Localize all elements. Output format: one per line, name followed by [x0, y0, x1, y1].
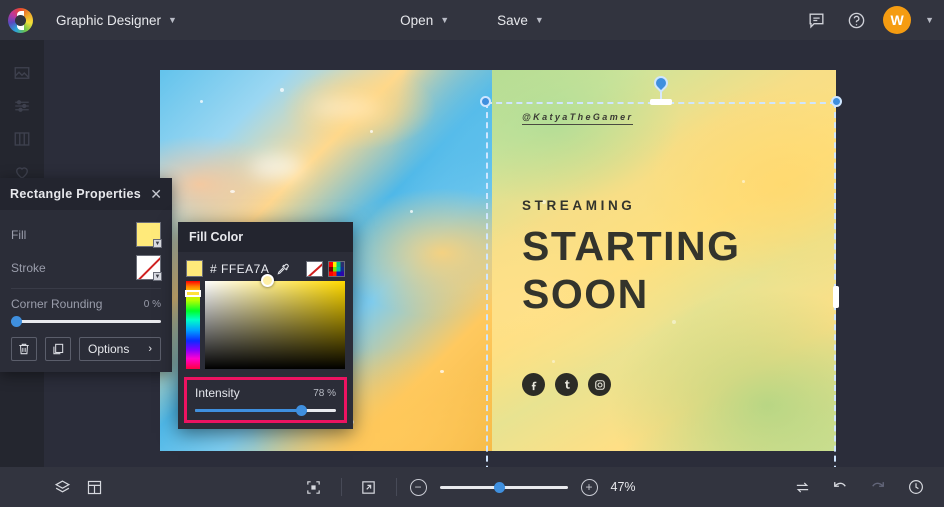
hue-slider[interactable] [185, 281, 201, 369]
resize-handle-top-left[interactable] [480, 96, 491, 107]
sidebar-item-adjust[interactable] [0, 89, 44, 122]
poster-streaming-text: STREAMING [522, 198, 636, 213]
chevron-down-icon: ▼ [440, 14, 450, 25]
poster-headline: STARTING SOON [522, 222, 741, 318]
resize-handle-top-right[interactable] [831, 96, 842, 107]
intensity-slider-fill [195, 409, 305, 412]
chevron-down-icon: ▼ [534, 14, 544, 25]
fill-label: Fill [11, 227, 27, 242]
fill-color-mode-buttons [306, 260, 345, 277]
options-button-label: Options [88, 342, 130, 356]
copy-icon[interactable] [45, 337, 71, 361]
zoom-slider[interactable] [439, 481, 568, 493]
chevron-right-icon: › [148, 343, 152, 355]
undo-arrow-icon[interactable] [826, 473, 854, 501]
corner-rounding-slider[interactable] [11, 316, 161, 327]
fill-color-popup-header: Fill Color [178, 222, 353, 252]
history-clock-icon[interactable] [902, 473, 930, 501]
tumblr-icon[interactable] [555, 373, 578, 396]
toolbar-separator [340, 478, 342, 496]
chat-bubble-icon[interactable] [803, 7, 829, 33]
intensity-value: 78 % [313, 387, 336, 399]
eyedropper-icon[interactable] [276, 262, 290, 276]
intensity-header: Intensity 78 % [195, 386, 336, 400]
poster-headline-line2: SOON [522, 271, 649, 317]
panel-divider [11, 288, 161, 289]
intensity-label: Intensity [195, 386, 240, 400]
options-button[interactable]: Options › [79, 337, 161, 361]
resize-handle-top[interactable] [650, 99, 672, 105]
bottom-bar-right-group [788, 473, 930, 501]
avatar[interactable]: W [883, 6, 912, 34]
properties-panel-header: Rectangle Properties ✕ [0, 178, 172, 210]
zoom-level-value: 47% [610, 480, 636, 494]
stroke-swatch-button[interactable]: ▼ [136, 255, 162, 281]
hex-value-field[interactable]: # FFEA7A [210, 262, 269, 276]
zoom-slider-knob[interactable] [494, 481, 506, 493]
facebook-icon[interactable] [522, 373, 545, 396]
question-circle-icon[interactable] [843, 7, 869, 33]
zoom-in-button[interactable]: + [580, 478, 598, 496]
poster-social-icons [522, 373, 611, 396]
properties-panel-footer: Options › [0, 333, 172, 372]
bottom-bar: − + 47% [0, 467, 944, 507]
sidebar-item-columns[interactable] [0, 122, 44, 155]
redo-arrow-icon[interactable] [864, 473, 892, 501]
intensity-slider[interactable] [195, 405, 336, 416]
zoom-out-button[interactable]: − [409, 478, 427, 496]
corner-rounding-row: Corner Rounding 0 % [11, 297, 161, 311]
hue-slider-knob[interactable] [185, 290, 201, 297]
save-button[interactable]: Save ▼ [484, 7, 557, 33]
properties-panel-body: Fill ▼ Stroke ▼ Corner Rounding 0 % [0, 210, 172, 327]
open-button-label: Open [400, 12, 434, 28]
fill-swatch-button[interactable]: ▼ [136, 222, 162, 248]
page-title: Rectangle Properties [10, 187, 142, 201]
current-color-swatch[interactable] [186, 260, 203, 277]
fit-to-screen-icon[interactable] [300, 473, 328, 501]
intensity-slider-knob[interactable] [296, 405, 308, 416]
toolbar-separator [395, 478, 397, 496]
corner-rounding-label: Corner Rounding [11, 297, 103, 311]
save-button-label: Save [497, 12, 528, 28]
instagram-icon[interactable] [588, 373, 611, 396]
poster-headline-line1: STARTING [522, 223, 741, 269]
chevron-down-icon[interactable]: ▼ [925, 15, 934, 25]
expand-arrow-icon[interactable] [355, 473, 383, 501]
corner-rounding-value: 0 % [143, 298, 161, 310]
stroke-label: Stroke [11, 260, 46, 275]
fill-row: Fill ▼ [11, 218, 162, 251]
saturation-value-knob[interactable] [260, 274, 274, 287]
color-palette-icon[interactable] [328, 260, 345, 277]
trash-icon[interactable] [11, 337, 37, 361]
chevron-down-icon: ▼ [153, 239, 162, 248]
resize-handle-right[interactable] [833, 286, 839, 308]
chevron-down-icon: ▼ [153, 272, 162, 281]
open-button[interactable]: Open ▼ [387, 7, 462, 33]
app-root: Graphic Designer ▼ Open ▼ Save ▼ W ▼ @Ka… [0, 0, 944, 507]
no-color-icon[interactable] [306, 260, 323, 277]
corner-rounding-slider-knob[interactable] [11, 316, 22, 327]
sidebar-item-image[interactable] [0, 56, 44, 89]
top-bar: Graphic Designer ▼ Open ▼ Save ▼ W ▼ [0, 0, 944, 40]
fill-color-title: Fill Color [189, 230, 244, 244]
rectangle-properties-panel: Rectangle Properties ✕ Fill ▼ Stroke ▼ C [0, 178, 172, 372]
poster-handle-text: @KatyaTheGamer [522, 112, 634, 125]
intensity-control-highlighted: Intensity 78 % [184, 377, 347, 423]
saturation-value-area[interactable] [205, 274, 345, 369]
fill-color-popup: Fill Color # FFEA7A Intensity 78 % [178, 222, 353, 429]
swap-arrows-icon[interactable] [788, 473, 816, 501]
top-bar-right-group: W ▼ [803, 6, 934, 34]
poster-panel: @KatyaTheGamer STREAMING STARTING SOON [492, 70, 836, 451]
stroke-row: Stroke ▼ [11, 251, 162, 284]
close-icon[interactable]: ✕ [150, 187, 162, 201]
color-picker [178, 274, 353, 369]
